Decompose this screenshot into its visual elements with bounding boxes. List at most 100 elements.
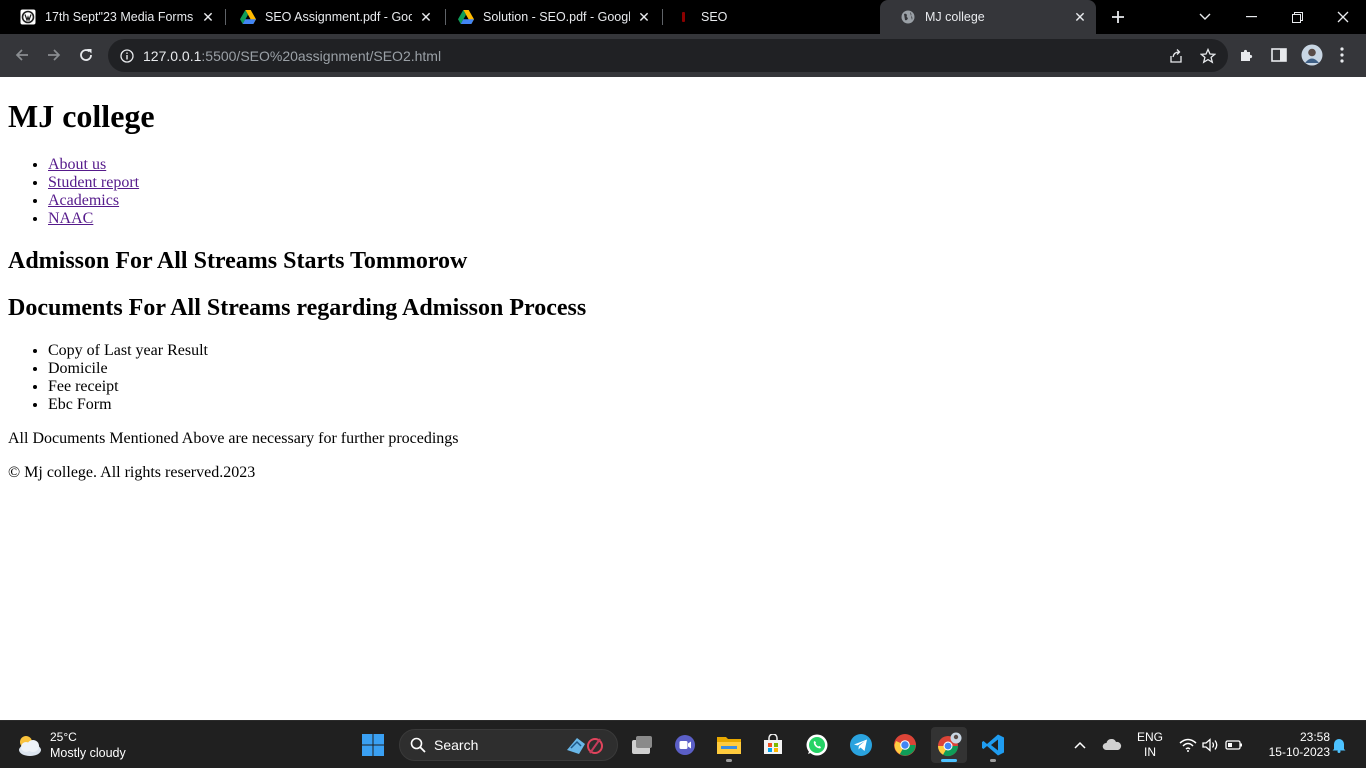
extensions-button[interactable] (1234, 42, 1260, 68)
web-page: MJ college About us Student report Acade… (0, 77, 1366, 720)
nav-link-student-report[interactable]: Student report (48, 174, 139, 191)
whatsapp-button[interactable] (799, 727, 835, 763)
close-icon[interactable]: ✕ (634, 7, 654, 27)
menu-button[interactable] (1329, 42, 1355, 68)
tab-mj-college[interactable]: MJ college ✕ (880, 0, 1096, 34)
task-view-icon (632, 736, 652, 754)
show-hidden-icons-button[interactable] (1068, 727, 1092, 763)
back-button[interactable] (8, 41, 36, 69)
footer-copyright: © Mj college. All rights reserved.2023 (8, 464, 256, 481)
wordpress-icon (20, 9, 36, 25)
running-indicator (941, 759, 957, 762)
profile-avatar[interactable] (1299, 42, 1325, 68)
address-bar[interactable]: 127.0.0.1:5500/SEO%20assignment/SEO2.htm… (108, 39, 1228, 72)
cloud-icon (1102, 739, 1122, 750)
nav-link-naac[interactable]: NAAC (48, 210, 93, 227)
tab-title: SEO (701, 10, 728, 24)
document-item: Fee receipt (48, 378, 1358, 396)
tab-title: MJ college (925, 10, 985, 24)
tab-seo[interactable]: SEO (656, 0, 880, 34)
search-highlight-icon (563, 734, 605, 756)
nav-link-academics[interactable]: Academics (48, 192, 119, 209)
tab-title: Solution - SEO.pdf - Google (483, 10, 630, 24)
chrome-button[interactable] (887, 727, 923, 763)
nav-list: About us Student report Academics NAAC (8, 156, 1358, 228)
tab-seo-assignment[interactable]: SEO Assignment.pdf - Goog ✕ (220, 0, 442, 34)
telegram-icon (850, 734, 872, 756)
telegram-button[interactable] (843, 727, 879, 763)
page-icon (676, 9, 692, 25)
close-icon[interactable]: ✕ (1070, 7, 1090, 27)
battery-icon (1225, 740, 1242, 750)
page-title: MJ college (8, 98, 155, 134)
avatar-icon (1301, 44, 1323, 66)
clock[interactable]: 23:58 15-10-2023 (1254, 727, 1330, 763)
cloud-sun-icon (14, 730, 44, 760)
nav-item: About us (48, 156, 1358, 174)
language-code: ENG (1136, 730, 1163, 744)
search-icon (410, 737, 426, 753)
store-button[interactable] (755, 727, 791, 763)
google-drive-icon (240, 9, 256, 25)
forward-button[interactable] (40, 41, 68, 69)
teams-meet-button[interactable] (667, 727, 703, 763)
chrome-icon (894, 734, 916, 756)
chevron-down-icon (1199, 13, 1211, 20)
nav-link-about-us[interactable]: About us (48, 156, 106, 173)
documents-note: All Documents Mentioned Above are necess… (8, 430, 459, 447)
close-icon[interactable]: ✕ (198, 7, 218, 27)
region-code: IN (1143, 745, 1156, 759)
forward-arrow-icon (48, 49, 61, 61)
whatsapp-icon (806, 734, 828, 756)
folder-icon (717, 737, 741, 754)
tab-title: 17th Sept"23 Media Forms, l (45, 10, 194, 24)
side-panel-icon (1271, 48, 1287, 62)
reload-icon (80, 49, 92, 61)
taskbar-search[interactable]: Search (399, 729, 618, 761)
language-indicator[interactable]: ENG IN (1132, 727, 1168, 763)
minimize-icon (1245, 16, 1257, 18)
documents-list: Copy of Last year Result Domicile Fee re… (8, 342, 1358, 414)
google-drive-icon (458, 9, 474, 25)
restore-button[interactable] (1274, 0, 1320, 34)
tab-search-button[interactable] (1182, 0, 1228, 34)
notifications-button[interactable] (1328, 727, 1350, 763)
close-icon[interactable]: ✕ (416, 7, 436, 27)
start-button[interactable] (355, 727, 391, 763)
share-icon[interactable] (1166, 46, 1186, 66)
wifi-icon (1179, 738, 1197, 752)
more-vert-icon (1340, 47, 1344, 63)
vscode-button[interactable] (975, 727, 1011, 763)
quick-settings-button[interactable] (1174, 727, 1248, 763)
search-label: Search (434, 737, 479, 753)
tab-solution-seo[interactable]: Solution - SEO.pdf - Google ✕ (438, 0, 660, 34)
bookmark-star-icon[interactable] (1198, 46, 1218, 66)
running-indicator (990, 759, 996, 762)
nav-item: Academics (48, 192, 1358, 210)
chrome-profile-button[interactable] (931, 727, 967, 763)
volume-icon (1202, 738, 1218, 752)
file-explorer-button[interactable] (711, 727, 747, 763)
weather-condition: Mostly cloudy (50, 745, 126, 760)
side-panel-button[interactable] (1266, 42, 1292, 68)
document-item: Ebc Form (48, 396, 1358, 414)
tab-strip: 17th Sept"23 Media Forms, l ✕ SEO Assign… (0, 0, 1366, 34)
tab-media-forms[interactable]: 17th Sept"23 Media Forms, l ✕ (0, 0, 224, 34)
reload-button[interactable] (72, 41, 100, 69)
url-text[interactable]: 127.0.0.1:5500/SEO%20assignment/SEO2.htm… (143, 48, 441, 64)
clock-date: 15-10-2023 (1268, 745, 1330, 759)
nav-item: NAAC (48, 210, 1358, 228)
restore-icon (1291, 11, 1303, 23)
taskbar: 25°C Mostly cloudy Search ENG IN 23:58 1… (0, 720, 1366, 768)
task-view-button[interactable] (624, 727, 660, 763)
close-window-button[interactable] (1320, 0, 1366, 34)
onedrive-button[interactable] (1099, 727, 1125, 763)
weather-widget[interactable]: 25°C Mostly cloudy (14, 727, 126, 763)
info-icon[interactable] (119, 48, 135, 64)
document-item: Copy of Last year Result (48, 342, 1358, 360)
vscode-icon (982, 734, 1004, 756)
weather-temperature: 25°C (50, 729, 77, 744)
minimize-button[interactable] (1228, 0, 1274, 34)
new-tab-button[interactable] (1106, 5, 1130, 29)
admission-heading: Admisson For All Streams Starts Tommorow (8, 248, 468, 274)
